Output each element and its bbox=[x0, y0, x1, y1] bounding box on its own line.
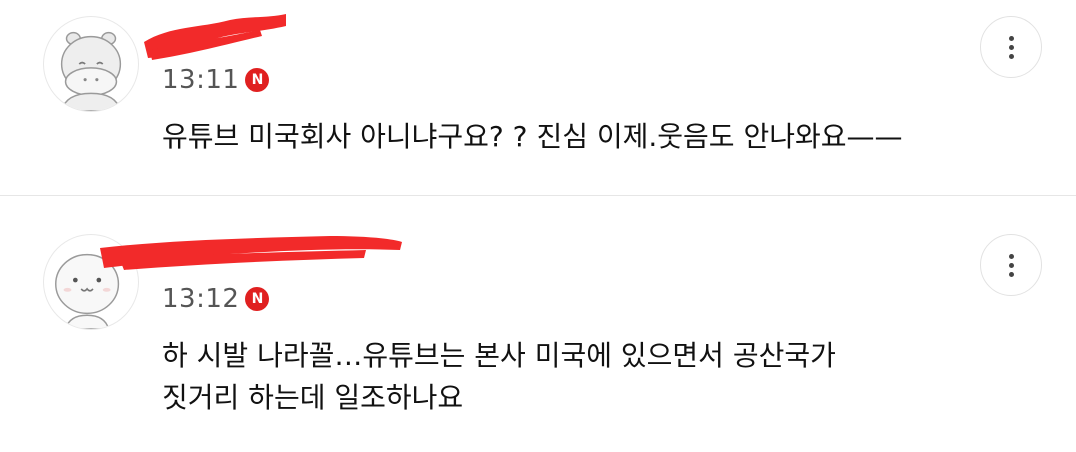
comment-meta: 13:12 N bbox=[162, 283, 270, 315]
redacted-username bbox=[144, 14, 286, 60]
comment-text-line: 짓거리 하는데 일조하나요 bbox=[162, 381, 464, 414]
new-badge: N bbox=[245, 68, 270, 92]
more-vertical-icon bbox=[1008, 252, 1014, 279]
more-vertical-icon bbox=[1008, 34, 1014, 61]
comment-time: 13:12 bbox=[162, 284, 240, 314]
redacted-username bbox=[100, 236, 402, 270]
more-options-button[interactable] bbox=[980, 16, 1042, 78]
comment-text: 하 시발 나라꼴…유튜브는 본사 미국에 있으면서 공산국가 짓거리 하는데 일… bbox=[162, 335, 836, 419]
comment-text-line: 유튜브 미국회사 아니냐구요? ? 진심 이제.웃음도 안나와요—— bbox=[162, 120, 903, 153]
avatar[interactable] bbox=[43, 16, 139, 112]
comment-time: 13:11 bbox=[162, 65, 240, 95]
comment-item: 13:11 N 유튜브 미국회사 아니냐구요? ? 진심 이제.웃음도 안나와요… bbox=[0, 0, 1076, 195]
comment-text-line: 하 시발 나라꼴…유튜브는 본사 미국에 있으면서 공산국가 bbox=[162, 339, 836, 372]
hippo-avatar-icon bbox=[60, 31, 122, 111]
comment-meta: 13:11 N bbox=[162, 64, 270, 96]
comment-text: 유튜브 미국회사 아니냐구요? ? 진심 이제.웃음도 안나와요—— bbox=[162, 116, 903, 158]
more-options-button[interactable] bbox=[980, 234, 1042, 296]
comment-item: 13:12 N 하 시발 나라꼴…유튜브는 본사 미국에 있으면서 공산국가 짓… bbox=[0, 196, 1076, 452]
new-badge: N bbox=[245, 287, 270, 311]
